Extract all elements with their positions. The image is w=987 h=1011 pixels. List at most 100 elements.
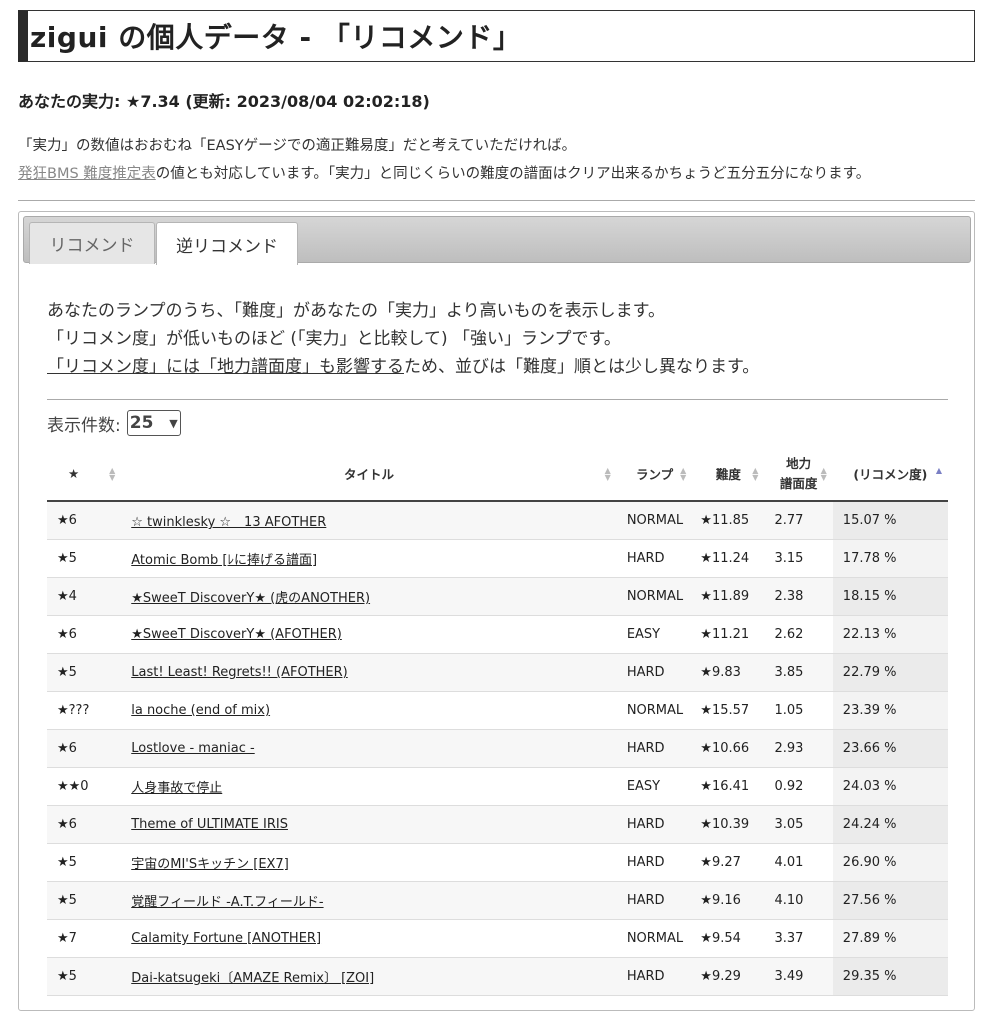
- description: 「実力」の数値はおおむね「EASYゲージでの適正難易度」だと考えていただければ。…: [18, 132, 870, 188]
- cell-lamp: EASY: [616, 767, 693, 806]
- cell-title: Dai-katsugeki〔AMAZE Remix〕 [ZOI]: [121, 957, 617, 996]
- cell-lamp: NORMAL: [616, 501, 693, 540]
- column-header-chiriki[interactable]: 地力 譜面度 ▲ ▼: [764, 447, 833, 502]
- cell-difficulty: ★15.57: [692, 691, 765, 730]
- cell-star: ★???: [47, 691, 122, 730]
- song-title-link[interactable]: 人身事故で停止: [131, 781, 222, 796]
- table-row: ★7 Calamity Fortune [ANOTHER] NORMAL ★9.54 3…: [47, 919, 948, 958]
- cell-lamp: HARD: [616, 653, 693, 692]
- cell-lamp: HARD: [616, 957, 693, 996]
- cell-difficulty: ★9.29: [692, 957, 765, 996]
- cell-difficulty: ★9.27: [692, 843, 765, 882]
- cell-difficulty: ★10.39: [692, 805, 765, 844]
- cell-lamp: HARD: [616, 805, 693, 844]
- table-row: ★5 Last! Least! Regrets!! (AFOTHER) HARD ★9…: [47, 653, 948, 692]
- cell-star: ★6: [47, 729, 122, 768]
- table-header-row: ★▲▼ タイトル▲▼ ランプ▲▼ 難度▲▼ 地力譜面度▲▼ (リコメン度)▲▼: [47, 447, 948, 502]
- divider: [18, 200, 975, 201]
- intro-line-2: 「リコメン度」が低いものほど (「実力」と比較して) 「強い」ランプです。: [47, 329, 621, 349]
- column-header-difficulty[interactable]: 難度 ▲ ▼: [692, 447, 765, 502]
- song-title-link[interactable]: ★SweeT DiscoverY★ (虎のANOTHER): [131, 591, 370, 606]
- song-title-link[interactable]: la noche (end of mix): [131, 703, 270, 718]
- cell-chiriki: 1.05: [764, 691, 833, 730]
- table-row: ★5 覚醒フィールド -A.T.フィールド- HARD ★9.16 4.10 27.56 …: [47, 881, 948, 920]
- cell-title: ☆ twinklesky ☆ 13 AFOTHER: [121, 501, 617, 540]
- cell-chiriki: 2.62: [764, 615, 833, 654]
- song-title-link[interactable]: Lostlove - maniac -: [131, 741, 254, 756]
- sort-icon: ▲ ▼: [680, 465, 687, 482]
- cell-star: ★6: [47, 805, 122, 844]
- intro-line-1: あなたのランプのうち、「難度」があなたの「実力」より高いものを表示します。: [47, 301, 665, 321]
- song-title-link[interactable]: 覚醒フィールド -A.T.フィールド-: [131, 895, 323, 910]
- song-title-link[interactable]: Calamity Fortune [ANOTHER]: [131, 931, 321, 946]
- description-line-2-text: の値とも対応しています。「実力」と同じくらいの難度の譜面はクリア出来るかちょうど…: [155, 166, 871, 182]
- cell-difficulty: ★9.16: [692, 881, 765, 920]
- cell-title: la noche (end of mix): [121, 691, 617, 730]
- cell-chiriki: 2.38: [764, 577, 833, 616]
- cell-chiriki: 3.85: [764, 653, 833, 692]
- page-size-label: 表示件数:: [47, 415, 121, 436]
- table-row: ★6 ☆ twinklesky ☆ 13 AFOTHER NORMAL ★11.85 2…: [47, 501, 948, 540]
- song-title-link[interactable]: 宇宙のMI'Sキッチン [EX7]: [131, 857, 289, 872]
- song-title-link[interactable]: ★SweeT DiscoverY★ (AFOTHER): [131, 627, 342, 642]
- cell-title: Lostlove - maniac -: [121, 729, 617, 768]
- cell-lamp: HARD: [616, 539, 693, 578]
- tab-reverse-recommend[interactable]: 逆リコメンド: [156, 222, 298, 265]
- cell-lamp: HARD: [616, 729, 693, 768]
- cell-star: ★6: [47, 501, 122, 540]
- cell-recommend: 22.13 %: [832, 615, 948, 654]
- cell-recommend: 17.78 %: [832, 539, 948, 578]
- sort-ascending-icon: ▲▼: [935, 465, 942, 475]
- cell-chiriki: 0.92: [764, 767, 833, 806]
- song-title-link[interactable]: Last! Least! Regrets!! (AFOTHER): [131, 665, 348, 680]
- column-header-title[interactable]: タイトル ▲ ▼: [121, 447, 617, 502]
- sort-icon: ▲ ▼: [752, 465, 759, 482]
- cell-title: Theme of ULTIMATE IRIS: [121, 805, 617, 844]
- tab-panel: リコメンド 逆リコメンド あなたのランプのうち、「難度」があなたの「実力」より高…: [18, 211, 975, 1011]
- cell-difficulty: ★11.24: [692, 539, 765, 578]
- cell-difficulty: ★10.66: [692, 729, 765, 768]
- page-size-value: 25: [129, 413, 154, 433]
- song-title-link[interactable]: Atomic Bomb [ﾚに捧げる譜面]: [131, 553, 317, 568]
- table-row: ★5 宇宙のMI'Sキッチン [EX7] HARD ★9.27 4.01 26.90 %: [47, 843, 948, 882]
- chevron-down-icon: ▼: [169, 416, 178, 430]
- cell-difficulty: ★11.89: [692, 577, 765, 616]
- cell-star: ★5: [47, 843, 122, 882]
- cell-chiriki: 3.15: [764, 539, 833, 578]
- column-header-lamp[interactable]: ランプ ▲ ▼: [616, 447, 693, 502]
- cell-lamp: HARD: [616, 843, 693, 882]
- cell-chiriki: 3.05: [764, 805, 833, 844]
- cell-difficulty: ★16.41: [692, 767, 765, 806]
- song-title-link[interactable]: Theme of ULTIMATE IRIS: [131, 817, 288, 832]
- song-title-link[interactable]: Dai-katsugeki〔AMAZE Remix〕 [ZOI]: [131, 971, 374, 986]
- table-row: ★6 Theme of ULTIMATE IRIS HARD ★10.39 3.05 24…: [47, 805, 948, 844]
- difficulty-table-link[interactable]: 発狂BMS 難度推定表: [18, 166, 156, 182]
- cell-lamp: EASY: [616, 615, 693, 654]
- column-header-star[interactable]: ★ ▲ ▼: [47, 447, 122, 502]
- intro-line-3: 「リコメン度」には「地力譜面度」も影響するため、並びは「難度」順とは少し異なりま…: [47, 353, 759, 381]
- page-size-select[interactable]: 25 ▼: [126, 410, 181, 436]
- table-row: ★5 Atomic Bomb [ﾚに捧げる譜面] HARD ★11.24 3.15 17.…: [47, 539, 948, 578]
- cell-recommend: 27.56 %: [832, 881, 948, 920]
- cell-difficulty: ★11.21: [692, 615, 765, 654]
- cell-recommend: 23.66 %: [832, 729, 948, 768]
- page-title-box: zigui の個人データ - 「リコメンド」: [18, 10, 975, 62]
- tab-recommend[interactable]: リコメンド: [29, 222, 155, 264]
- cell-lamp: NORMAL: [616, 577, 693, 616]
- table-row: ★5 Dai-katsugeki〔AMAZE Remix〕 [ZOI] HARD ★9…: [47, 957, 948, 996]
- cell-star: ★★0: [47, 767, 122, 806]
- page-size-row: 表示件数: 25 ▼: [47, 410, 181, 436]
- song-title-link[interactable]: ☆ twinklesky ☆ 13 AFOTHER: [131, 515, 326, 530]
- cell-recommend: 22.79 %: [832, 653, 948, 692]
- cell-title: ★SweeT DiscoverY★ (AFOTHER): [121, 615, 617, 654]
- cell-lamp: NORMAL: [616, 691, 693, 730]
- cell-recommend: 23.39 %: [832, 691, 948, 730]
- cell-difficulty: ★9.54: [692, 919, 765, 958]
- tab-bar: リコメンド 逆リコメンド: [23, 216, 971, 265]
- table-row: ★??? la noche (end of mix) NORMAL ★15.57 1.0…: [47, 691, 948, 730]
- cell-star: ★5: [47, 881, 122, 920]
- column-header-recommend[interactable]: (リコメン度)▲▼: [832, 447, 948, 502]
- cell-title: Calamity Fortune [ANOTHER]: [121, 919, 617, 958]
- table-row: ★4 ★SweeT DiscoverY★ (虎のANOTHER) NORMAL ★11…: [47, 577, 948, 616]
- cell-recommend: 26.90 %: [832, 843, 948, 882]
